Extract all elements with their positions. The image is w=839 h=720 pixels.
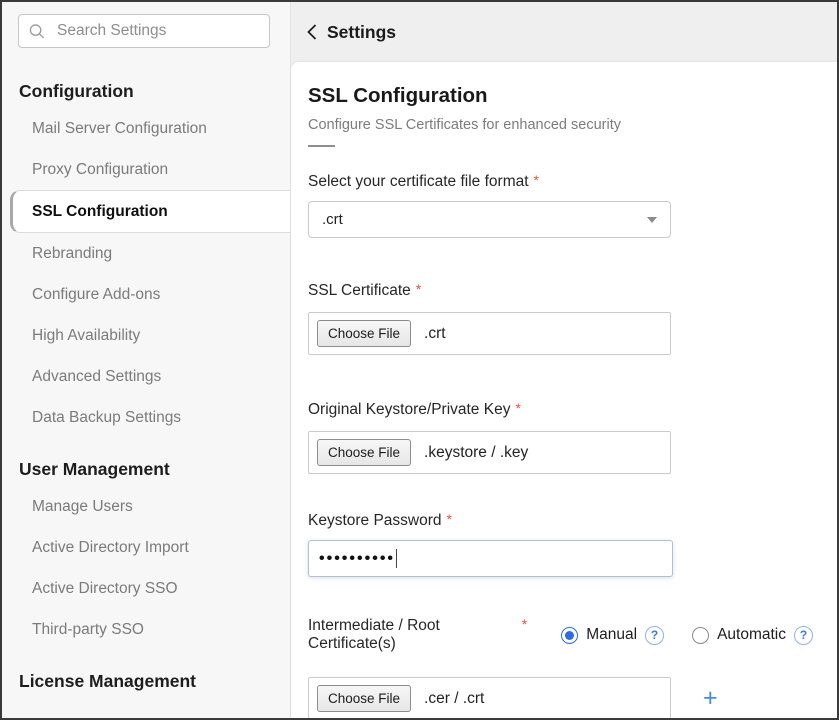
ssl-certificate-filebox: Choose File .crt [308,312,671,355]
automatic-radio-label[interactable]: Automatic [717,626,786,644]
sidebar-section-user-management: User Management [19,459,290,480]
sidebar-item-rebranding[interactable]: Rebranding [2,233,290,274]
sidebar-item-third-party-sso[interactable]: Third-party SSO [2,609,290,650]
password-masked-value: •••••••••• [319,550,395,568]
sidebar-section-license-management: License Management [19,671,290,692]
field-keystore: Original Keystore/Private Key * Choose F… [308,401,813,474]
manual-help-icon[interactable]: ? [645,626,664,645]
ssl-certificate-choose-file-button[interactable]: Choose File [317,320,411,347]
ssl-configuration-panel: SSL Configuration Configure SSL Certific… [291,62,837,720]
automatic-radio[interactable] [692,627,709,644]
sidebar-item-proxy-configuration[interactable]: Proxy Configuration [2,149,290,190]
required-mark: * [515,400,520,416]
chevron-left-icon [306,23,318,41]
manual-radio[interactable] [561,627,578,644]
sidebar-section-configuration: Configuration [19,81,290,102]
back-label: Settings [327,22,396,43]
settings-window: Configuration Mail Server Configuration … [0,0,839,720]
keystore-password-input[interactable]: •••••••••• [308,540,673,577]
intermediate-certificates-label: Intermediate / Root Certificate(s) [308,617,517,653]
certificate-format-label: Select your certificate file format [308,173,529,191]
sidebar-item-configure-add-ons[interactable]: Configure Add-ons [2,274,290,315]
sidebar-item-mail-server-configuration[interactable]: Mail Server Configuration [2,108,290,149]
search-input[interactable] [55,21,259,41]
page-subtitle: Configure SSL Certificates for enhanced … [308,117,813,133]
intermediate-choose-file-button[interactable]: Choose File [317,685,411,712]
sidebar-item-active-directory-import[interactable]: Active Directory Import [2,527,290,568]
sidebar-item-advanced-settings[interactable]: Advanced Settings [2,356,290,397]
add-certificate-icon[interactable]: + [703,686,718,711]
subtitle-divider [308,145,335,147]
field-certificate-format: Select your certificate file format * .c… [308,173,813,238]
keystore-password-label: Keystore Password [308,512,442,530]
chevron-down-icon [647,217,657,223]
intermediate-certificates-row: Choose File .cer / .crt + [308,653,813,720]
manual-radio-label[interactable]: Manual [586,626,637,644]
required-mark: * [522,616,527,632]
radio-option-automatic[interactable]: Automatic ? [692,626,813,645]
keystore-label: Original Keystore/Private Key [308,401,510,419]
ssl-certificate-label: SSL Certificate [308,282,411,300]
sidebar-item-high-availability[interactable]: High Availability [2,315,290,356]
certificate-format-select[interactable]: .crt [308,201,671,238]
field-intermediate-certificates: Intermediate / Root Certificate(s) * Man… [308,617,813,653]
intermediate-certificates-filebox: Choose File .cer / .crt [308,677,671,720]
search-icon [29,23,45,40]
keystore-filebox: Choose File .keystore / .key [308,431,671,474]
main-area: Settings SSL Configuration Configure SSL… [291,2,837,718]
sidebar-item-manage-users[interactable]: Manage Users [2,486,290,527]
required-mark: * [447,511,452,527]
radio-option-manual[interactable]: Manual ? [561,626,664,645]
back-to-settings[interactable]: Settings [291,2,837,62]
ssl-certificate-file-hint: .crt [424,325,446,343]
page-title: SSL Configuration [308,84,813,108]
text-cursor [396,549,397,568]
sidebar-item-active-directory-sso[interactable]: Active Directory SSO [2,568,290,609]
field-ssl-certificate: SSL Certificate * Choose File .crt [308,282,813,355]
field-keystore-password: Keystore Password * •••••••••• [308,512,813,577]
keystore-choose-file-button[interactable]: Choose File [317,439,411,466]
sidebar-item-data-backup-settings[interactable]: Data Backup Settings [2,397,290,438]
required-mark: * [534,172,539,188]
required-mark: * [416,281,421,297]
sidebar: Configuration Mail Server Configuration … [2,2,291,718]
certificate-format-value: .crt [322,211,343,228]
sidebar-item-ssl-configuration[interactable]: SSL Configuration [10,190,290,233]
intermediate-file-hint: .cer / .crt [424,690,484,708]
search-box[interactable] [18,14,270,48]
automatic-help-icon[interactable]: ? [794,626,813,645]
keystore-file-hint: .keystore / .key [424,444,528,462]
